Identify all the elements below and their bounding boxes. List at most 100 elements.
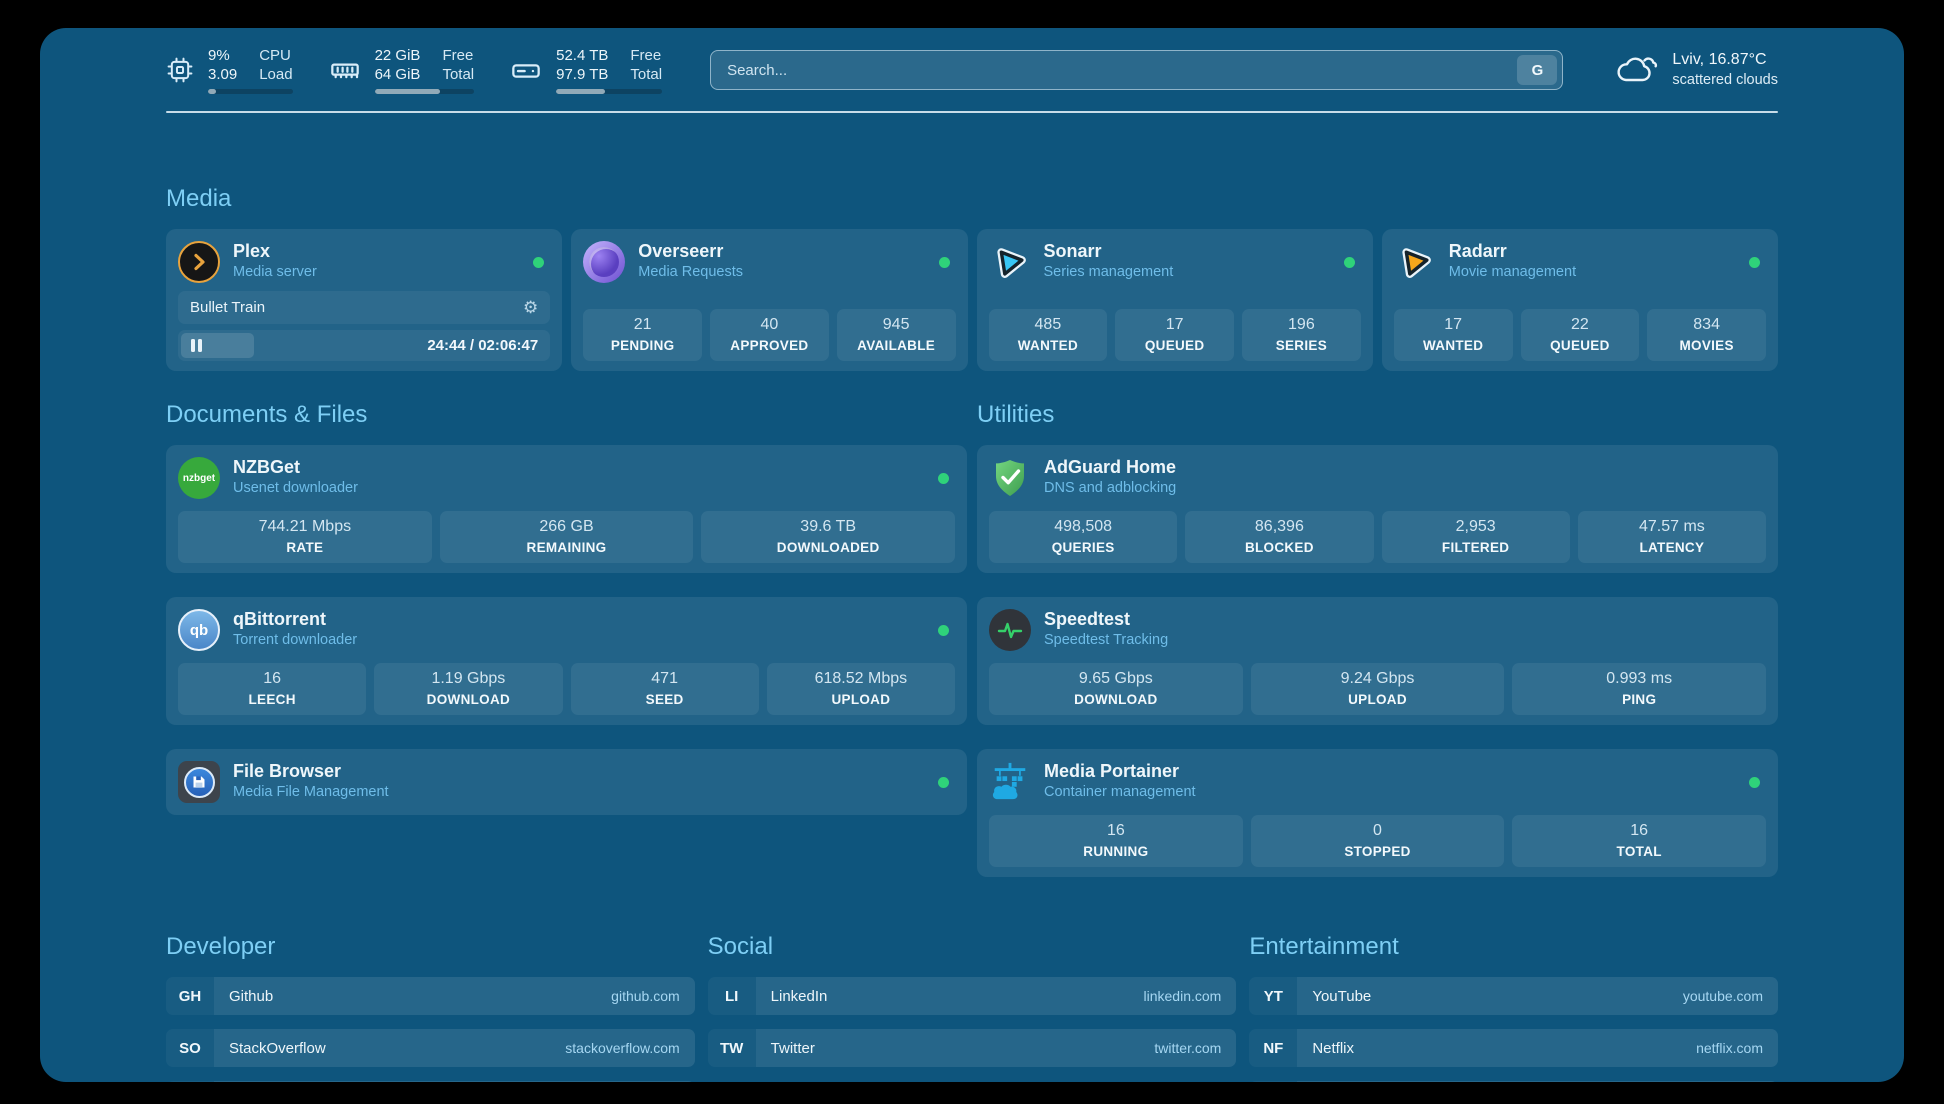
stat-value: 22 xyxy=(1524,315,1637,335)
bookmark-url: linkedin.com xyxy=(1144,988,1222,1004)
stat-label: AVAILABLE xyxy=(840,337,953,354)
stat-value: 0 xyxy=(1254,821,1502,841)
radarr-app-link[interactable]: Radarr Movie management xyxy=(1394,239,1766,285)
nzbget-card[interactable]: nzbget NZBGet Usenet downloader 744.21 M… xyxy=(166,445,967,573)
resource-widgets: 9% 3.09 CPU Load xyxy=(166,46,662,94)
app-name: Plex xyxy=(233,241,317,262)
stat-label: QUEUED xyxy=(1524,337,1637,354)
bookmark-abbr: GH xyxy=(166,977,214,1015)
adguard-card[interactable]: AdGuard Home DNS and adblocking 498,508 … xyxy=(977,445,1778,573)
stat-value: 196 xyxy=(1245,315,1358,335)
stat-value: 9.65 Gbps xyxy=(992,669,1240,689)
bookmark-row-twitter[interactable]: TW Twitter twitter.com xyxy=(708,1029,1237,1067)
stat-label: REMAINING xyxy=(443,539,691,556)
search-provider-button[interactable]: G xyxy=(1517,55,1557,85)
bookmark-row-netflix[interactable]: NF Netflix netflix.com xyxy=(1249,1029,1778,1067)
bookmark-row-stackoverflow[interactable]: SO StackOverflow stackoverflow.com xyxy=(166,1029,695,1067)
status-dot xyxy=(533,257,544,268)
nzbget-app-link[interactable]: nzbget NZBGet Usenet downloader xyxy=(178,455,955,501)
stat-box: 945 AVAILABLE xyxy=(837,309,956,361)
overseerr-app-link[interactable]: Overseerr Media Requests xyxy=(583,239,955,285)
portainer-card[interactable]: Media Portainer Container management 16 … xyxy=(977,749,1778,877)
stat-label: LEECH xyxy=(181,691,363,708)
app-name: Radarr xyxy=(1449,241,1576,262)
app-name: NZBGet xyxy=(233,457,358,478)
search-input[interactable] xyxy=(727,62,1517,79)
weather-widget: Lviv, 16.87°C scattered clouds xyxy=(1615,49,1778,91)
adguard-app-link[interactable]: AdGuard Home DNS and adblocking xyxy=(989,455,1766,501)
stat-label: QUERIES xyxy=(992,539,1174,556)
app-desc: Usenet downloader xyxy=(233,478,358,499)
status-dot xyxy=(938,777,949,788)
app-desc: DNS and adblocking xyxy=(1044,478,1176,499)
stat-box: 0 STOPPED xyxy=(1251,815,1505,867)
stat-box: 2,953 FILTERED xyxy=(1382,511,1570,563)
speedtest-app-link[interactable]: Speedtest Speedtest Tracking xyxy=(989,607,1766,653)
playback-progress: 24:44 / 02:06:47 xyxy=(178,330,550,361)
weather-condition: scattered clouds xyxy=(1672,70,1778,91)
stat-box: 266 GB REMAINING xyxy=(440,511,694,563)
stat-box: 86,396 BLOCKED xyxy=(1185,511,1373,563)
overseerr-card[interactable]: Overseerr Media Requests 21 PENDING 40 A… xyxy=(571,229,967,371)
stat-value: 21 xyxy=(586,315,699,335)
bookmark-row-github[interactable]: GH Github github.com xyxy=(166,977,695,1015)
bookmark-label: StackOverflow xyxy=(229,1040,326,1057)
pause-button[interactable] xyxy=(191,339,202,352)
bookmark-abbr: TW xyxy=(708,1029,756,1067)
qbittorrent-card[interactable]: qb qBittorrent Torrent downloader 16 LEE… xyxy=(166,597,967,725)
search-bar[interactable]: G xyxy=(710,50,1563,90)
stat-label: QUEUED xyxy=(1118,337,1231,354)
stat-box: 21 PENDING xyxy=(583,309,702,361)
utilities-section-title: Utilities xyxy=(977,401,1778,429)
bookmark-url: github.com xyxy=(611,988,679,1004)
stat-box: 196 SERIES xyxy=(1242,309,1361,361)
plex-app-link[interactable]: Plex Media server xyxy=(178,239,550,285)
radarr-card[interactable]: Radarr Movie management 17 WANTED 22 QUE… xyxy=(1382,229,1778,371)
stat-box: 47.57 ms LATENCY xyxy=(1578,511,1766,563)
media-section-title: Media xyxy=(166,185,1778,213)
cpu-widget: 9% 3.09 CPU Load xyxy=(166,46,293,94)
stat-label: STOPPED xyxy=(1254,843,1502,860)
stat-box: 39.6 TB DOWNLOADED xyxy=(701,511,955,563)
disk-values: 52.4 TB 97.9 TB xyxy=(556,46,608,84)
stat-label: UPLOAD xyxy=(770,691,952,708)
documents-section-title: Documents & Files xyxy=(166,401,967,429)
stat-value: 0.993 ms xyxy=(1515,669,1763,689)
stat-box: 17 QUEUED xyxy=(1115,309,1234,361)
sonarr-app-link[interactable]: Sonarr Series management xyxy=(989,239,1361,285)
stat-box: 16 LEECH xyxy=(178,663,366,715)
app-name: AdGuard Home xyxy=(1044,457,1176,478)
bookmark-row-reddit[interactable]: RE Reddit reddit.com xyxy=(1249,1081,1778,1082)
bookmark-row-linkedin[interactable]: LI LinkedIn linkedin.com xyxy=(708,977,1237,1015)
memory-values: 22 GiB 64 GiB xyxy=(375,46,421,84)
bookmark-row-youtube[interactable]: YT YouTube youtube.com xyxy=(1249,977,1778,1015)
app-desc: Torrent downloader xyxy=(233,630,357,651)
stat-label: WANTED xyxy=(992,337,1105,354)
bookmark-label: YouTube xyxy=(1312,988,1371,1005)
filebrowser-card[interactable]: File Browser Media File Management xyxy=(166,749,967,815)
cpu-values: 9% 3.09 xyxy=(208,46,237,84)
now-playing-row: Bullet Train ⚙ xyxy=(178,291,550,324)
status-dot xyxy=(938,625,949,636)
stat-value: 16 xyxy=(181,669,363,689)
qbittorrent-app-link[interactable]: qb qBittorrent Torrent downloader xyxy=(178,607,955,653)
portainer-app-link[interactable]: Media Portainer Container management xyxy=(989,759,1766,805)
bookmark-row-dev[interactable]: DT DEV dev.to xyxy=(166,1081,695,1082)
documents-section: Documents & Files nzbget NZBGet Usenet d… xyxy=(166,401,967,877)
stat-value: 40 xyxy=(713,315,826,335)
memory-icon xyxy=(329,54,361,86)
stat-value: 16 xyxy=(1515,821,1763,841)
speedtest-card[interactable]: Speedtest Speedtest Tracking 9.65 Gbps D… xyxy=(977,597,1778,725)
sonarr-card[interactable]: Sonarr Series management 485 WANTED 17 Q… xyxy=(977,229,1373,371)
plex-card[interactable]: Plex Media server Bullet Train ⚙ 24:4 xyxy=(166,229,562,371)
stat-label: PENDING xyxy=(586,337,699,354)
filebrowser-app-link[interactable]: File Browser Media File Management xyxy=(178,759,955,805)
social-section: Social LI LinkedIn linkedin.com TW Twitt… xyxy=(708,933,1237,1082)
stat-box: 471 SEED xyxy=(571,663,759,715)
memory-usage-bar xyxy=(375,89,475,94)
weather-location-temp: Lviv, 16.87°C xyxy=(1672,49,1778,70)
bookmark-abbr: RE xyxy=(1249,1081,1297,1082)
stat-label: SEED xyxy=(574,691,756,708)
stat-value: 17 xyxy=(1118,315,1231,335)
cpu-usage-bar xyxy=(208,89,293,94)
